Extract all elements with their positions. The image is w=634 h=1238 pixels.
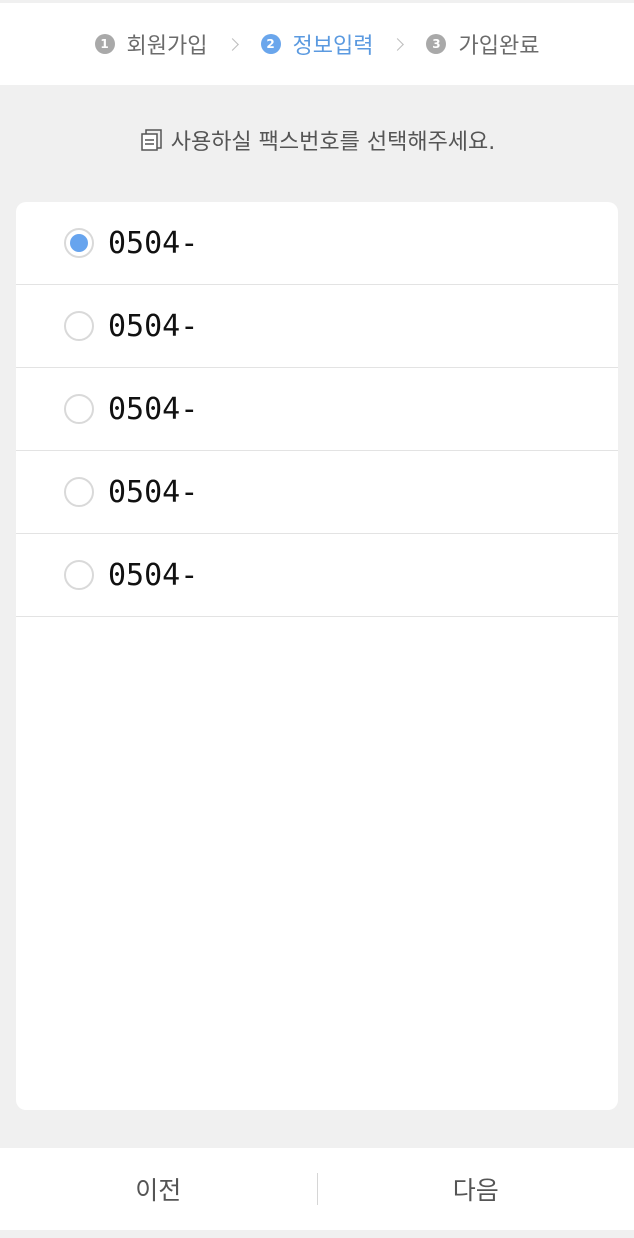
- step-number-2: 2: [260, 34, 281, 54]
- radio-button[interactable]: [64, 560, 94, 590]
- fax-number-label: 0504-: [108, 225, 199, 261]
- radio-button-selected[interactable]: [64, 228, 94, 258]
- chevron-right-icon: [225, 37, 239, 51]
- fax-number-label: 0504-: [108, 391, 199, 427]
- step-complete: 3 가입완료: [426, 28, 539, 60]
- fax-number-label: 0504-: [108, 474, 199, 510]
- radio-button[interactable]: [64, 477, 94, 507]
- fax-number-option[interactable]: 0504-: [16, 202, 618, 285]
- step-indicator: 1 회원가입 2 정보입력 3 가입완료: [0, 3, 634, 85]
- next-button[interactable]: 다음: [318, 1171, 634, 1207]
- step-label: 가입완료: [458, 34, 540, 59]
- fax-number-list: 0504- 0504- 0504- 0504- 0504-: [16, 202, 618, 1110]
- prev-button[interactable]: 이전: [0, 1171, 317, 1207]
- step-number-1: 1: [94, 34, 115, 54]
- fax-number-label: 0504-: [108, 308, 199, 344]
- step-label: 회원가입: [126, 34, 208, 59]
- document-icon: [140, 129, 162, 151]
- fax-number-option[interactable]: 0504-: [16, 368, 618, 451]
- chevron-right-icon: [391, 37, 405, 51]
- step-signup: 1 회원가입: [94, 28, 208, 60]
- radio-button[interactable]: [64, 311, 94, 341]
- fax-number-label: 0504-: [108, 557, 199, 593]
- bottom-navigation: 이전 다음: [0, 1148, 634, 1230]
- fax-number-option[interactable]: 0504-: [16, 534, 618, 617]
- step-label: 정보입력: [292, 34, 374, 59]
- radio-button[interactable]: [64, 394, 94, 424]
- instruction-label: 사용하실 팩스번호를 선택해주세요.: [170, 130, 496, 155]
- step-info-input: 2 정보입력: [260, 28, 374, 60]
- fax-number-option[interactable]: 0504-: [16, 285, 618, 368]
- step-number-3: 3: [426, 34, 447, 54]
- fax-number-option[interactable]: 0504-: [16, 451, 618, 534]
- instruction-text: 사용하실 팩스번호를 선택해주세요.: [0, 124, 634, 156]
- radio-dot: [70, 234, 88, 252]
